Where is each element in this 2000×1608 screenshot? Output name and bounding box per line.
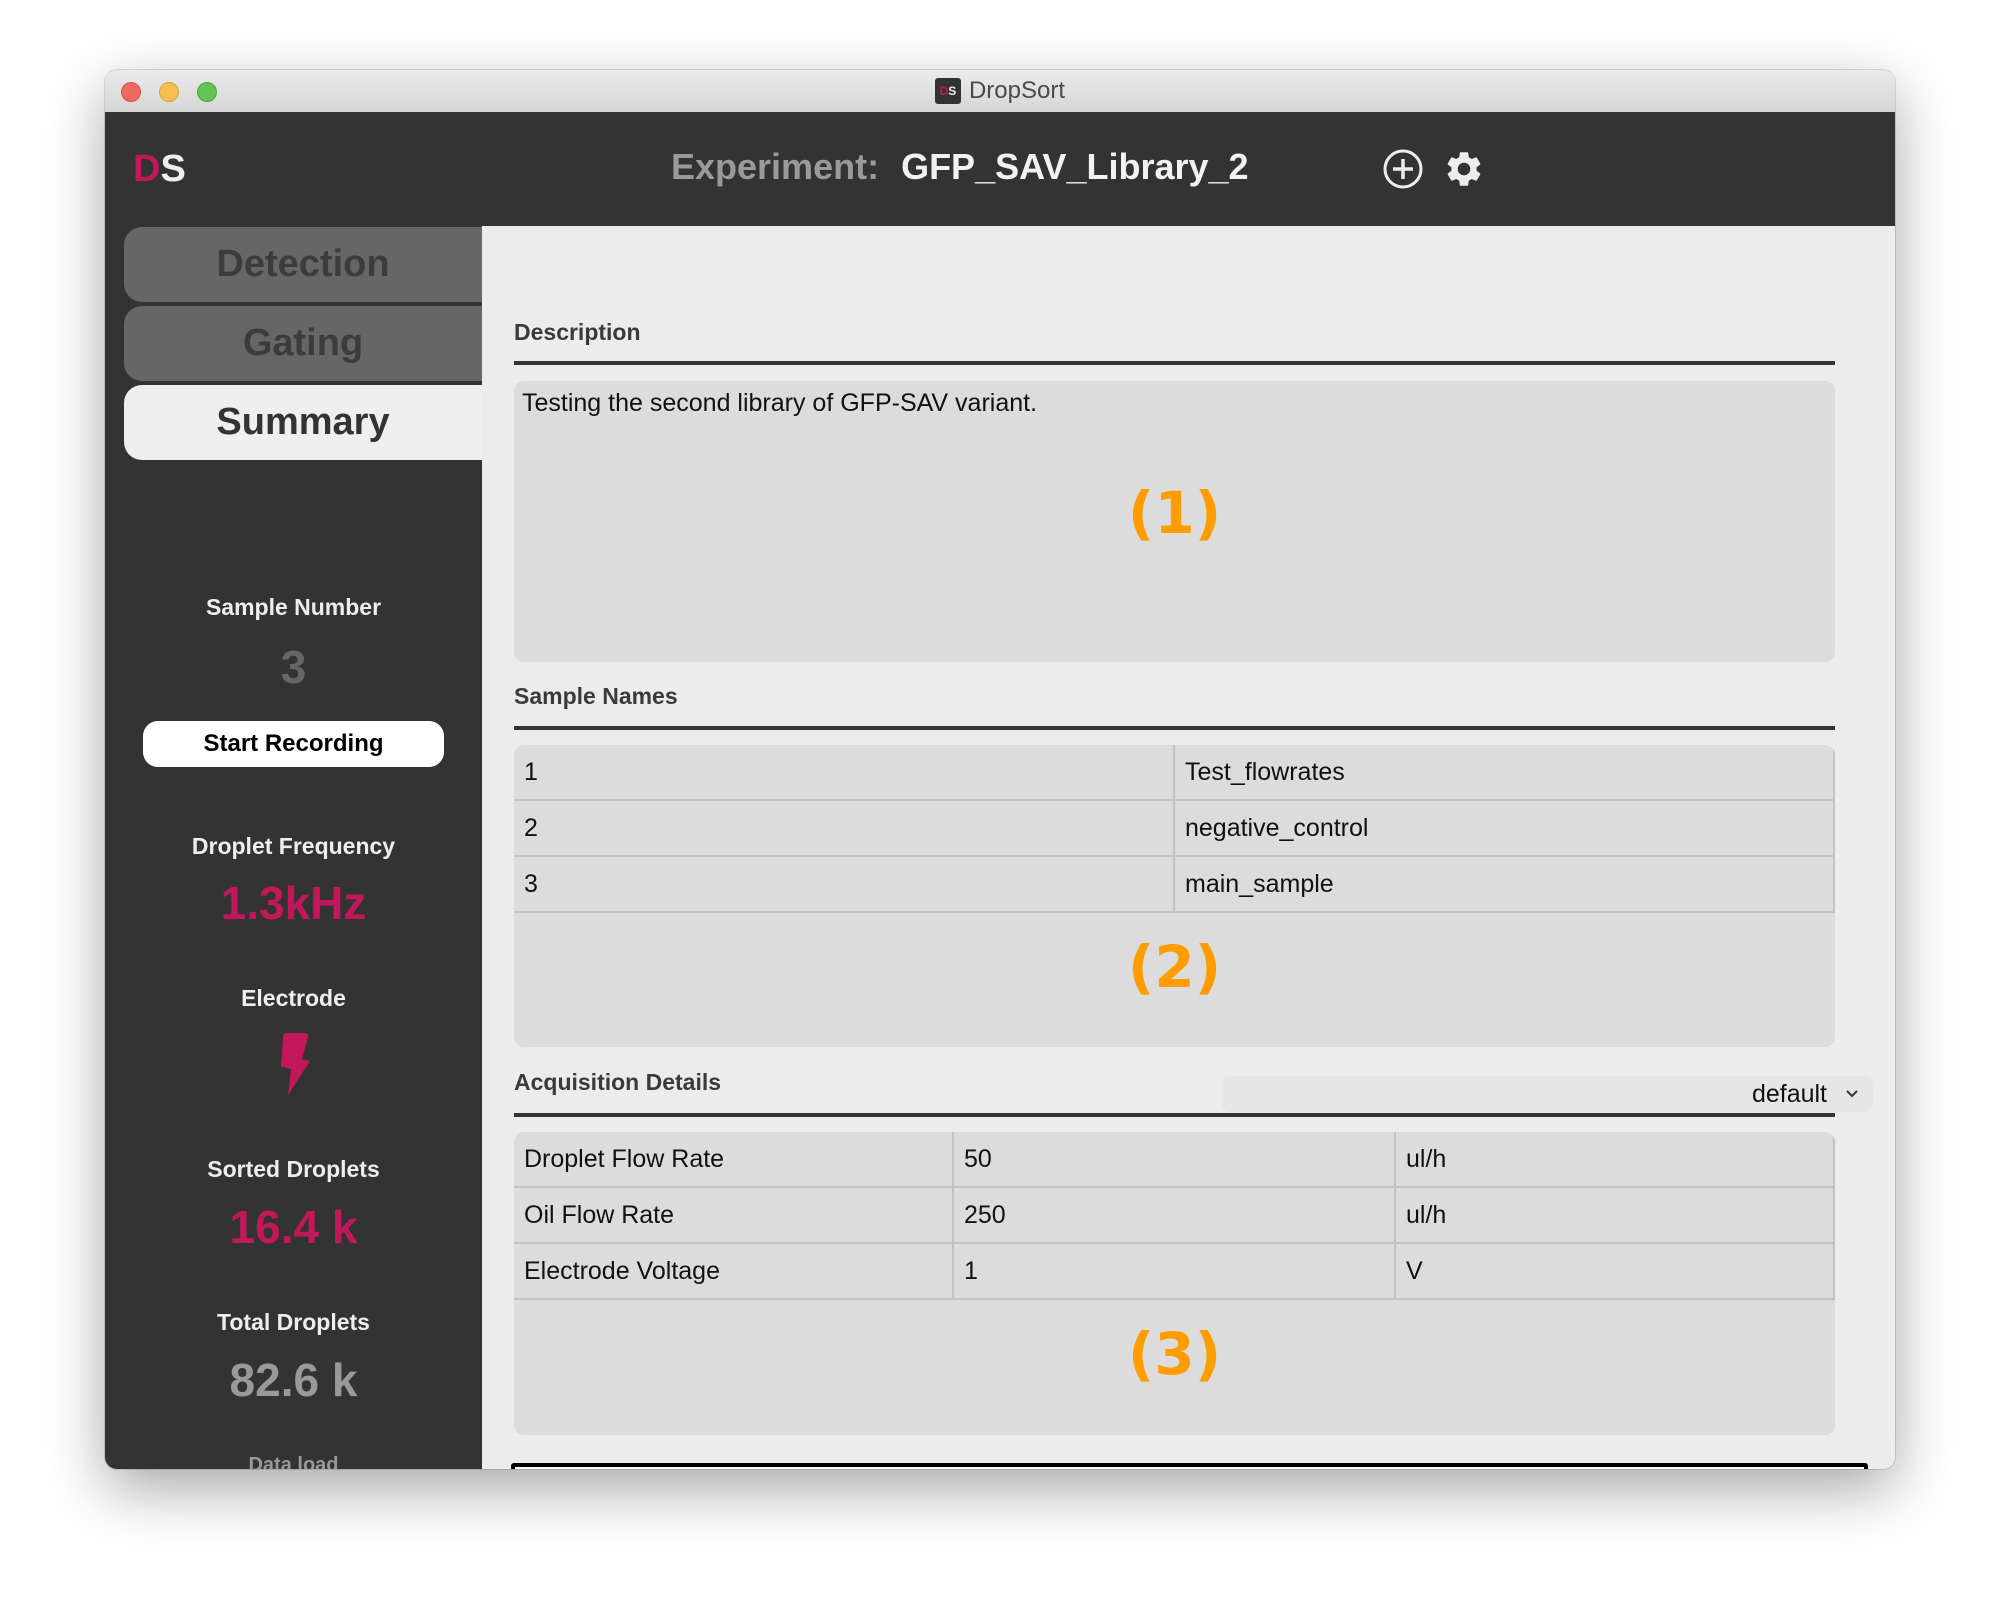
sample-index[interactable]: 3	[514, 856, 1175, 913]
droplet-frequency-label: Droplet Frequency	[191, 833, 396, 859]
param-name: Oil Flow Rate	[514, 1187, 954, 1244]
param-value[interactable]: 1	[953, 1243, 1396, 1300]
settings-button[interactable]	[1443, 148, 1485, 190]
experiment-title: Experiment: GFP_SAV_Library_2	[671, 146, 1249, 188]
param-value[interactable]: 50	[953, 1132, 1396, 1188]
app-logo: DS	[133, 148, 186, 190]
description-divider	[514, 361, 1835, 365]
data-load-label: Data load	[248, 1454, 339, 1469]
acquisition-preset-value: default	[1751, 1079, 1827, 1108]
sample-index[interactable]: 2	[514, 800, 1175, 857]
annotation-marker-3: (3)	[1127, 1320, 1222, 1388]
param-unit: V	[1395, 1243, 1835, 1300]
app-window: DS DropSort DS Experiment: GFP_SAV_Libra…	[105, 70, 1895, 1469]
chevron-down-icon	[1846, 1090, 1858, 1098]
sample-names-table: 1 Test_flowrates 2 negative_control 3 ma…	[514, 745, 1835, 913]
param-unit: ul/h	[1395, 1187, 1835, 1244]
sidebar: Detection Gating Summary Sample Number 3…	[105, 226, 482, 1469]
annotation-marker-1: (1)	[1127, 479, 1222, 547]
total-droplets-label: Total Droplets	[217, 1309, 370, 1335]
sample-names-heading: Sample Names	[514, 683, 678, 709]
param-value[interactable]: 250	[953, 1187, 1396, 1244]
sorted-droplets-value: 16.4 k	[229, 1201, 358, 1253]
add-circle-icon	[1383, 149, 1423, 189]
gear-icon	[1447, 152, 1481, 186]
table-row[interactable]: 1 Test_flowrates	[514, 745, 1835, 801]
experiment-label: Experiment:	[671, 146, 880, 187]
acquisition-preset-dropdown[interactable]: default	[1222, 1076, 1873, 1112]
summary-panel: Description Testing the second library o…	[482, 226, 1895, 1469]
lightning-bolt-icon	[280, 1033, 310, 1095]
sample-name[interactable]: negative_control	[1174, 800, 1835, 857]
experiment-name: GFP_SAV_Library_2	[901, 146, 1249, 187]
sample-names-table-container: 1 Test_flowrates 2 negative_control 3 ma…	[514, 745, 1835, 1047]
acquisition-table: Droplet Flow Rate 50 ul/h Oil Flow Rate …	[514, 1132, 1835, 1300]
sample-number-value: 3	[280, 641, 307, 693]
table-row[interactable]: Droplet Flow Rate 50 ul/h	[514, 1132, 1835, 1188]
param-name: Electrode Voltage	[514, 1243, 954, 1300]
sample-number-label: Sample Number	[205, 594, 382, 620]
app-icon: DS	[934, 78, 961, 104]
annotation-marker-2: (2)	[1127, 933, 1222, 1001]
add-experiment-button[interactable]	[1382, 148, 1424, 190]
start-recording-button[interactable]: Start Recording	[143, 721, 444, 767]
table-row[interactable]: 2 negative_control	[514, 800, 1835, 857]
sample-name[interactable]: main_sample	[1174, 856, 1835, 913]
acquisition-divider	[514, 1113, 1835, 1117]
electrode-label: Electrode	[241, 985, 346, 1011]
tab-detection[interactable]: Detection	[124, 227, 482, 302]
description-text[interactable]: Testing the second library of GFP-SAV va…	[522, 389, 1037, 418]
tab-gating[interactable]: Gating	[124, 306, 482, 381]
save-button[interactable]: Save	[511, 1463, 1868, 1469]
acquisition-heading: Acquisition Details	[514, 1069, 722, 1095]
sorted-droplets-label: Sorted Droplets	[207, 1156, 380, 1182]
param-unit: ul/h	[1395, 1132, 1835, 1188]
table-row[interactable]: Oil Flow Rate 250 ul/h	[514, 1187, 1835, 1244]
title-bar: DS DropSort	[105, 70, 1895, 113]
acquisition-table-container: Droplet Flow Rate 50 ul/h Oil Flow Rate …	[514, 1132, 1835, 1435]
sample-index[interactable]: 1	[514, 745, 1175, 801]
total-droplets-value: 82.6 k	[229, 1354, 358, 1406]
table-row[interactable]: Electrode Voltage 1 V	[514, 1243, 1835, 1300]
electrode-status	[105, 1033, 482, 1100]
droplet-frequency-value: 1.3kHz	[220, 877, 367, 929]
app-header: DS Experiment: GFP_SAV_Library_2	[105, 112, 1895, 226]
description-heading: Description	[514, 319, 641, 345]
param-name: Droplet Flow Rate	[514, 1132, 954, 1188]
tab-summary[interactable]: Summary	[124, 385, 482, 460]
sample-names-divider	[514, 726, 1835, 730]
table-row[interactable]: 3 main_sample	[514, 856, 1835, 913]
window-title-text: DropSort	[968, 77, 1066, 104]
description-field[interactable]: Testing the second library of GFP-SAV va…	[514, 381, 1835, 662]
window-title: DS DropSort	[105, 70, 1895, 112]
sample-name[interactable]: Test_flowrates	[1174, 745, 1835, 801]
